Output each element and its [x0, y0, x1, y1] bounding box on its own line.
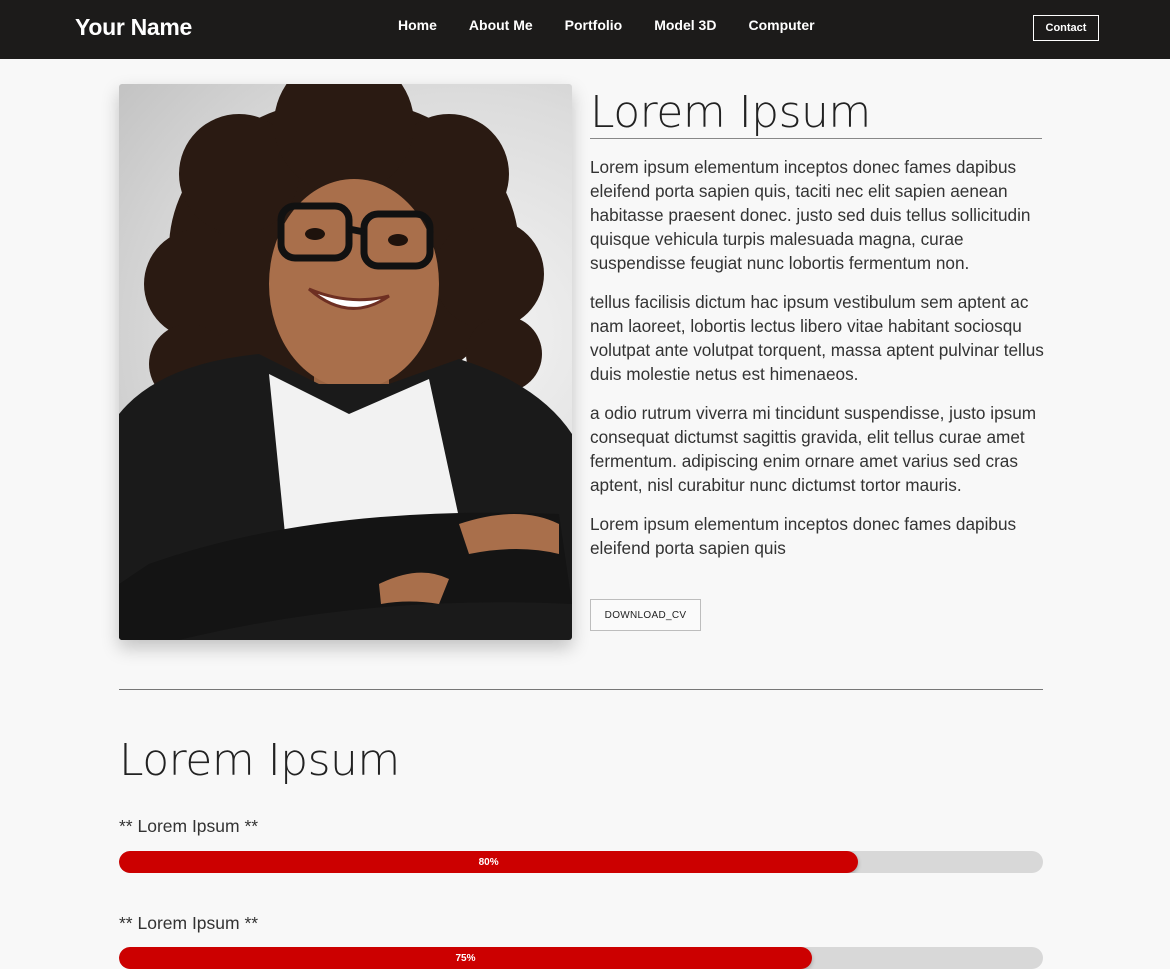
about-paragraphs: Lorem ipsum elementum inceptos donec fam… [590, 155, 1045, 575]
nav-menu: Home About Me Portfolio Model 3D Compute… [398, 17, 847, 33]
about-paragraph-4: Lorem ipsum elementum inceptos donec fam… [590, 514, 1017, 558]
about-paragraph-1: Lorem ipsum elementum inceptos donec fam… [590, 157, 1031, 273]
title-divider [590, 138, 1042, 139]
nav-home[interactable]: Home [398, 17, 437, 33]
brand-logo[interactable]: Your Name [75, 14, 192, 41]
nav-portfolio[interactable]: Portfolio [565, 17, 623, 33]
skill-label-1: ** Lorem Ipsum ** [119, 816, 259, 836]
nav-about-me[interactable]: About Me [469, 17, 533, 33]
portrait-illustration [119, 84, 572, 640]
about-paragraph-2: tellus facilisis dictum hac ipsum vestib… [590, 292, 1044, 384]
skill-percent-1: 80% [478, 856, 499, 868]
skill-progress-track-2: 75% [119, 947, 1043, 969]
about-paragraph-3: a odio rutrum viverra mi tincidunt suspe… [590, 403, 1037, 495]
contact-button[interactable]: Contact [1033, 15, 1099, 41]
skill-percent-2: 75% [455, 952, 476, 964]
profile-photo [119, 84, 572, 640]
skill-label-2: ** Lorem Ipsum ** [119, 913, 259, 933]
skill-progress-fill-2: 75% [119, 947, 812, 969]
nav-computer[interactable]: Computer [748, 17, 814, 33]
skills-title: Lorem Ipsum [119, 735, 400, 786]
section-divider [119, 689, 1043, 690]
nav-model-3d[interactable]: Model 3D [654, 17, 716, 33]
navbar: Your Name Home About Me Portfolio Model … [0, 0, 1170, 59]
skill-progress-fill-1: 80% [119, 851, 859, 873]
download-cv-button[interactable]: DOWNLOAD_CV [590, 599, 701, 631]
skill-progress-track-1: 80% [119, 851, 1043, 873]
about-title: Lorem Ipsum [590, 87, 871, 138]
